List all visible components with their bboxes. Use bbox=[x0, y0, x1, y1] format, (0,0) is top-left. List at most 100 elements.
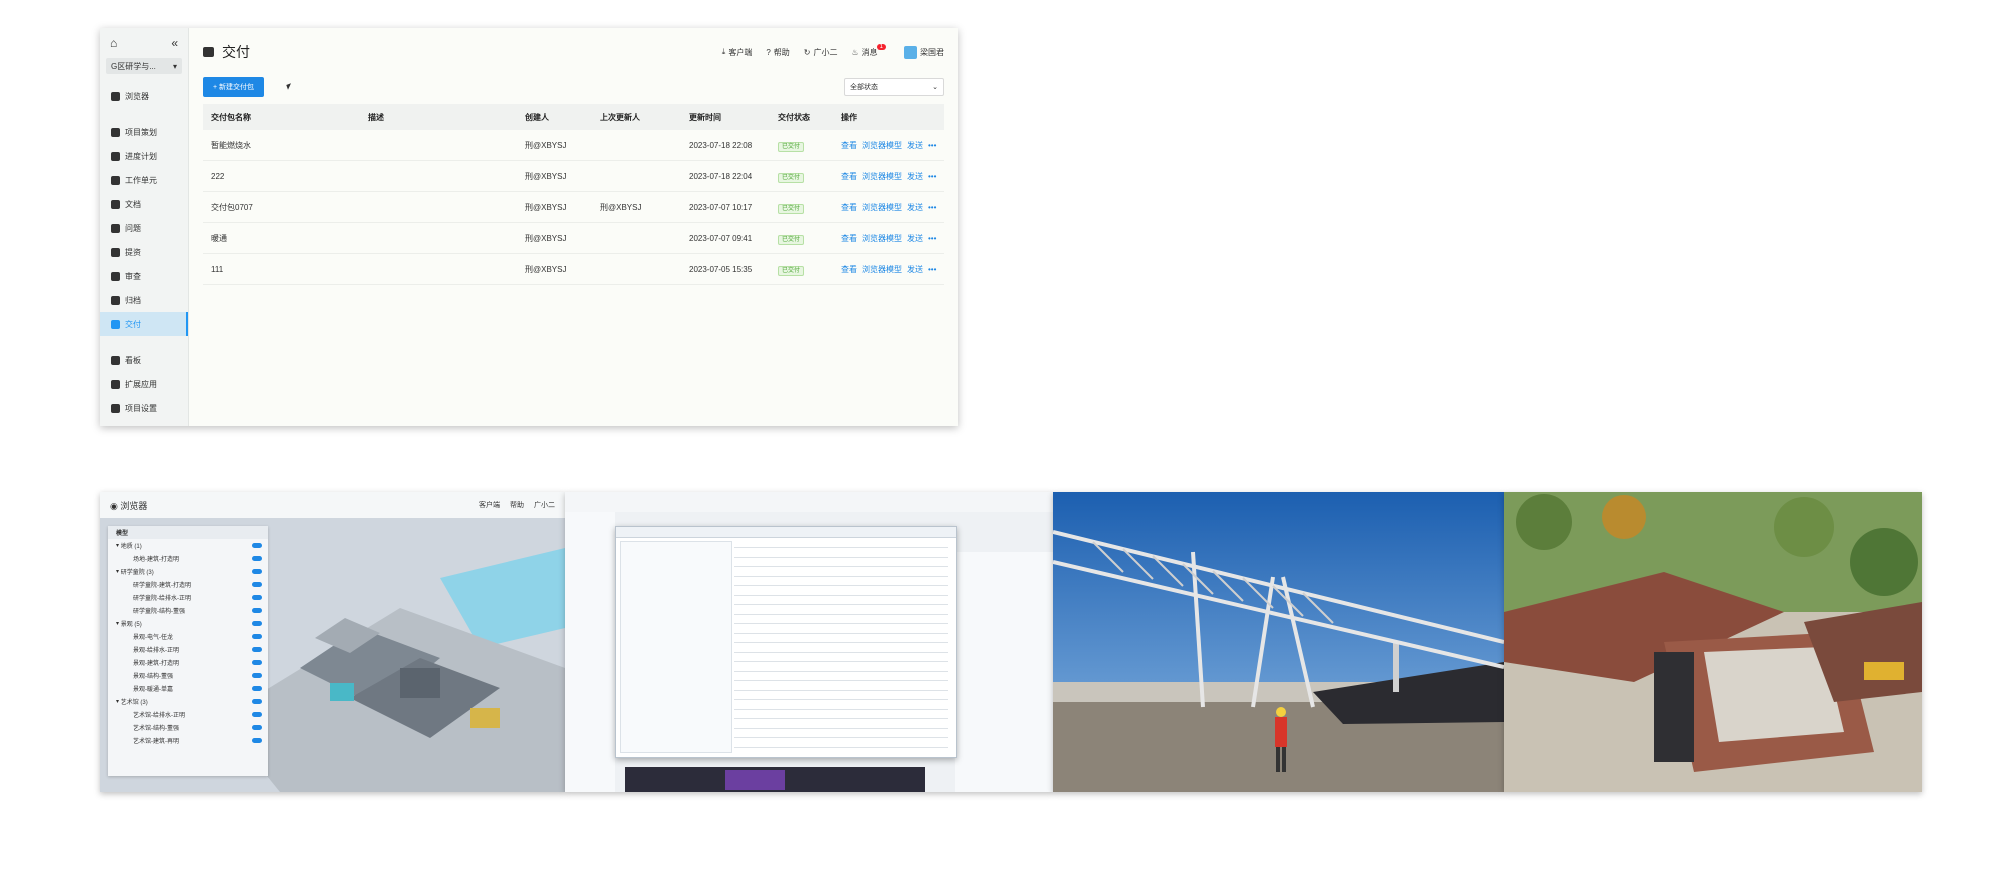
send-link[interactable]: 发送 bbox=[907, 234, 923, 243]
sidebar-item-issues[interactable]: 问题 bbox=[100, 216, 188, 240]
visibility-toggle[interactable] bbox=[252, 673, 262, 678]
view-link[interactable]: 查看 bbox=[841, 265, 857, 274]
visibility-toggle[interactable] bbox=[252, 608, 262, 613]
help-link[interactable]: ? 帮助 bbox=[766, 47, 789, 58]
send-link[interactable]: 发送 bbox=[907, 141, 923, 150]
sidebar-item-schedule[interactable]: 进度计划 bbox=[100, 144, 188, 168]
more-icon[interactable]: ••• bbox=[928, 172, 936, 181]
visibility-toggle[interactable] bbox=[252, 725, 262, 730]
table-row[interactable]: 222 刑@XBYSJ 2023-07-18 22:04 已交付 查看 浏览器模型 发送 ••… bbox=[203, 160, 944, 192]
browse-model-link[interactable]: 浏览器模型 bbox=[862, 141, 902, 150]
viewer-assistant-link[interactable]: 广小二 bbox=[534, 500, 555, 510]
tree-item-label: 艺术馆-结构-董强 bbox=[133, 726, 179, 732]
visibility-toggle[interactable] bbox=[252, 712, 262, 717]
sidebar-item-work-unit[interactable]: 工作单元 bbox=[100, 168, 188, 192]
messages-link[interactable]: ♨ 消息 1 bbox=[851, 44, 890, 58]
visibility-toggle[interactable] bbox=[252, 647, 262, 652]
viewer-client-link[interactable]: 客户端 bbox=[479, 500, 500, 510]
visibility-toggle[interactable] bbox=[252, 738, 262, 743]
table-row[interactable]: 111 刑@XBYSJ 2023-07-05 15:35 已交付 查看 浏览器模型 发送 ••… bbox=[203, 253, 944, 285]
sidebar-item-board[interactable]: 看板 bbox=[100, 348, 188, 372]
view-link[interactable]: 查看 bbox=[841, 141, 857, 150]
sidebar-item-delivery[interactable]: 交付 bbox=[100, 312, 188, 336]
visibility-toggle[interactable] bbox=[252, 621, 262, 626]
table-row[interactable]: 暖通 刑@XBYSJ 2023-07-07 09:41 已交付 查看 浏览器模型 发送 ••• bbox=[203, 222, 944, 254]
visibility-toggle[interactable] bbox=[252, 595, 262, 600]
table-row[interactable]: 交付包0707 刑@XBYSJ 刑@XBYSJ 2023-07-07 10:17 已交付… bbox=[203, 191, 944, 223]
construction-site-photo bbox=[1053, 492, 1504, 792]
table-grid-line bbox=[734, 623, 948, 624]
more-icon[interactable]: ••• bbox=[928, 265, 936, 274]
tree-item[interactable]: 艺术馆-结构-董强 bbox=[108, 721, 268, 734]
user-menu[interactable]: 梁国君 bbox=[904, 45, 944, 59]
column-header[interactable]: 交付包名称 bbox=[203, 104, 360, 130]
visibility-toggle[interactable] bbox=[252, 569, 262, 574]
visibility-toggle[interactable] bbox=[252, 699, 262, 704]
tree-group[interactable]: ▾ 研学童院 (3) bbox=[108, 565, 268, 578]
sidebar-item-documents[interactable]: 文档 bbox=[100, 192, 188, 216]
sidebar-item-submittal[interactable]: 提资 bbox=[100, 240, 188, 264]
tree-item[interactable]: 研学童院-结构-董强 bbox=[108, 604, 268, 617]
sidebar-item-label: 文档 bbox=[125, 199, 141, 209]
tree-item[interactable]: 景观-给排水-正明 bbox=[108, 643, 268, 656]
send-link[interactable]: 发送 bbox=[907, 203, 923, 212]
tree-item[interactable]: 场地-建筑-打造明 bbox=[108, 552, 268, 565]
column-header[interactable]: 更新时间 bbox=[681, 104, 770, 130]
tree-item[interactable]: 研学童院-给排水-正明 bbox=[108, 591, 268, 604]
tree-item[interactable]: 艺术馆-建筑-再明 bbox=[108, 734, 268, 747]
view-link[interactable]: 查看 bbox=[841, 234, 857, 243]
sidebar-item-planning[interactable]: 项目策划 bbox=[100, 120, 188, 144]
visibility-toggle[interactable] bbox=[252, 556, 262, 561]
cell-description bbox=[360, 160, 517, 192]
visibility-toggle[interactable] bbox=[252, 634, 262, 639]
tree-item[interactable]: 景观-暖通-单嘉 bbox=[108, 682, 268, 695]
column-header[interactable]: 创建人 bbox=[517, 104, 592, 130]
sidebar-item-extensions[interactable]: 扩展应用 bbox=[100, 372, 188, 396]
view-link[interactable]: 查看 bbox=[841, 203, 857, 212]
architecture-render-image bbox=[1504, 492, 1922, 792]
collapse-icon[interactable]: « bbox=[171, 36, 178, 50]
more-icon[interactable]: ••• bbox=[928, 234, 936, 243]
tree-group[interactable]: ▾ 地质 (1) bbox=[108, 539, 268, 552]
cell-updated-time: 2023-07-18 22:04 bbox=[681, 160, 770, 192]
sidebar-item-browser[interactable]: 浏览器 bbox=[100, 84, 188, 108]
tree-item[interactable]: 景观-结构-董强 bbox=[108, 669, 268, 682]
more-icon[interactable]: ••• bbox=[928, 141, 936, 150]
assistant-link[interactable]: ↻ 广小二 bbox=[804, 47, 838, 58]
home-icon[interactable]: ⌂ bbox=[110, 36, 117, 50]
send-link[interactable]: 发送 bbox=[907, 172, 923, 181]
create-delivery-button[interactable]: + 新建交付包 bbox=[203, 77, 265, 97]
visibility-toggle[interactable] bbox=[252, 660, 262, 665]
tree-item[interactable]: 景观-建筑-打造明 bbox=[108, 656, 268, 669]
column-header[interactable]: 描述 bbox=[360, 104, 517, 130]
column-header[interactable]: 交付状态 bbox=[770, 104, 833, 130]
viewer-help-link[interactable]: 帮助 bbox=[510, 500, 524, 510]
table-row[interactable]: 暂能燃烧水 刑@XBYSJ 2023-07-18 22:08 已交付 查看 浏览器模型 发送… bbox=[203, 130, 944, 161]
browse-model-link[interactable]: 浏览器模型 bbox=[862, 203, 902, 212]
delivery-table: 交付包名称 描述 创建人 上次更新人 更新时间 交付状态 操作 暂能燃烧水 刑@X… bbox=[203, 104, 944, 285]
tree-item[interactable]: 艺术馆-给排水-正明 bbox=[108, 708, 268, 721]
column-header[interactable]: 上次更新人 bbox=[592, 104, 681, 130]
browse-model-link[interactable]: 浏览器模型 bbox=[862, 172, 902, 181]
tree-group[interactable]: ▾ 艺术馆 (3) bbox=[108, 695, 268, 708]
visibility-toggle[interactable] bbox=[252, 543, 262, 548]
tree-item-label: 景观-暖通-单嘉 bbox=[133, 687, 173, 693]
tree-item[interactable]: 景观-电气-任龙 bbox=[108, 630, 268, 643]
status-filter-select[interactable]: 全部状态 ⌄ bbox=[844, 78, 944, 96]
view-link[interactable]: 查看 bbox=[841, 172, 857, 181]
visibility-toggle[interactable] bbox=[252, 686, 262, 691]
sidebar-item-archive[interactable]: 归档 bbox=[100, 288, 188, 312]
tree-group[interactable]: ▾ 景观 (5) bbox=[108, 617, 268, 630]
send-link[interactable]: 发送 bbox=[907, 265, 923, 274]
browse-model-link[interactable]: 浏览器模型 bbox=[862, 234, 902, 243]
sidebar-item-settings[interactable]: 项目设置 bbox=[100, 396, 188, 420]
tree-item[interactable]: 研学童院-建筑-打造明 bbox=[108, 578, 268, 591]
sidebar-item-review[interactable]: 审查 bbox=[100, 264, 188, 288]
more-icon[interactable]: ••• bbox=[928, 203, 936, 212]
browse-model-link[interactable]: 浏览器模型 bbox=[862, 265, 902, 274]
project-select[interactable]: G区研学与... ▾ bbox=[106, 58, 182, 74]
cell-name: 暖通 bbox=[203, 222, 360, 254]
visibility-toggle[interactable] bbox=[252, 582, 262, 587]
client-download-link[interactable]: ⤓ 客户端 bbox=[722, 47, 753, 58]
tree-item-label: 研学童院-建筑-打造明 bbox=[133, 583, 191, 589]
